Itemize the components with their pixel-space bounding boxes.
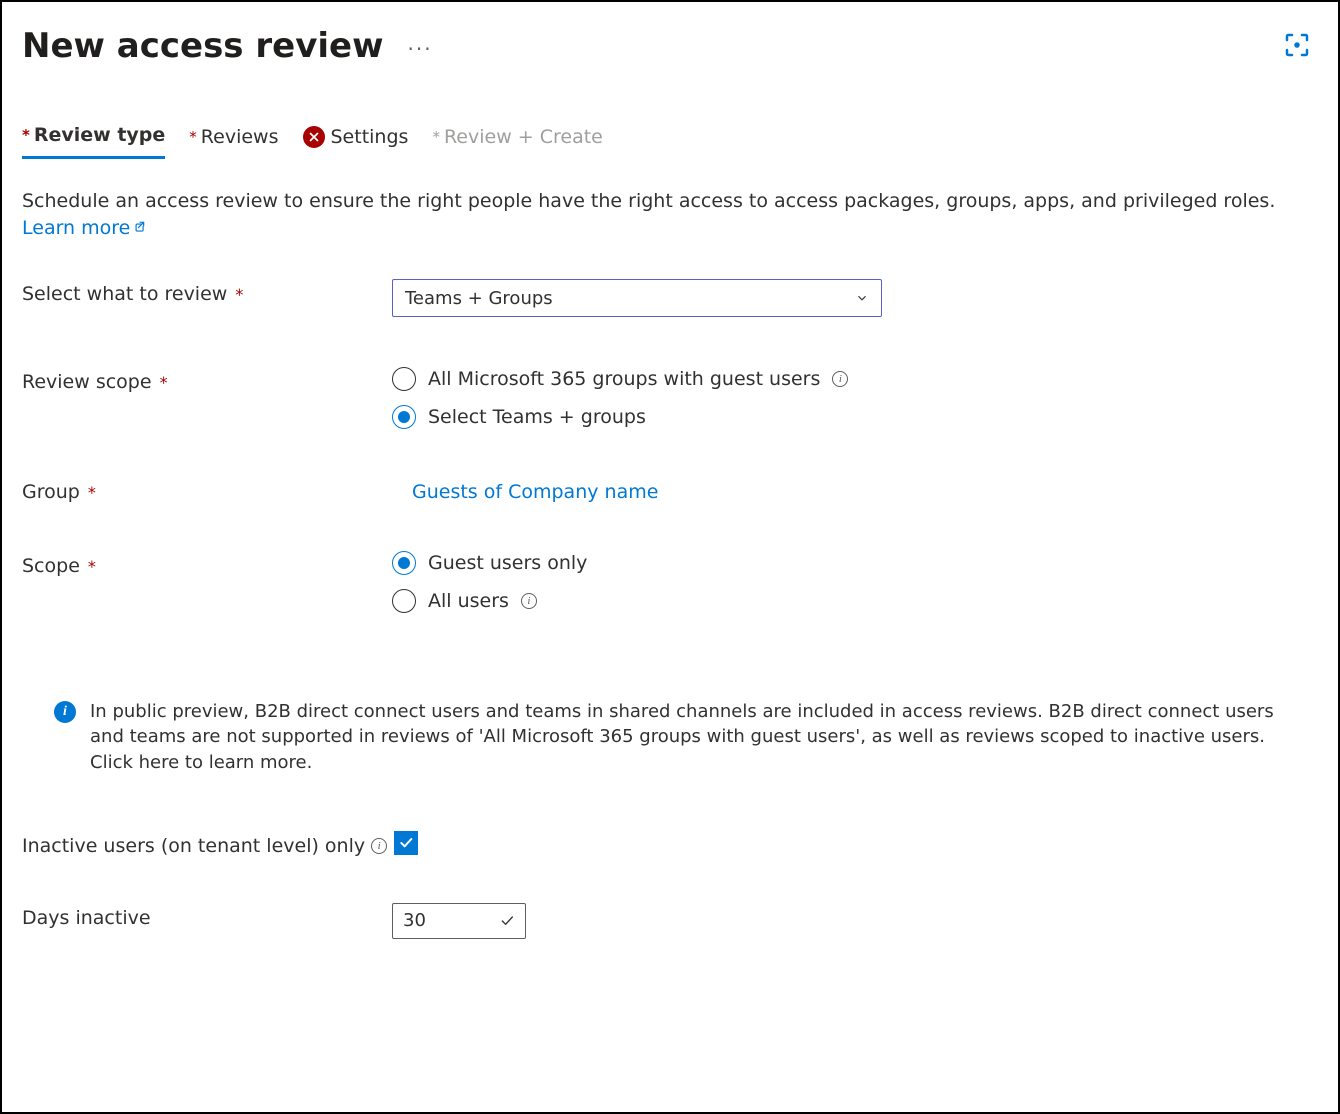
tab-reviews[interactable]: * Reviews: [189, 124, 278, 159]
tab-settings[interactable]: Settings: [303, 124, 409, 159]
label-text: Inactive users (on tenant level) only: [22, 835, 365, 857]
group-link[interactable]: Guests of Company name: [412, 477, 658, 503]
label-text: Days inactive: [22, 907, 151, 929]
page-title: New access review: [22, 26, 384, 66]
tab-review-type[interactable]: * Review type: [22, 124, 165, 159]
label-days-inactive: Days inactive: [22, 903, 392, 929]
external-link-icon: [132, 215, 146, 242]
info-banner: i In public preview, B2B direct connect …: [54, 699, 1318, 775]
required-asterisk: *: [432, 128, 440, 146]
field-scope: Guest users only All users i: [392, 551, 1318, 627]
tab-label: Reviews: [201, 126, 279, 148]
tab-label: Settings: [331, 126, 409, 148]
field-group: Guests of Company name: [392, 477, 1318, 503]
required-asterisk: *: [88, 557, 96, 576]
radio-select-teams-groups[interactable]: Select Teams + groups: [392, 405, 1318, 429]
info-icon[interactable]: i: [521, 593, 537, 609]
learn-more-link[interactable]: Learn more: [22, 217, 146, 239]
learn-more-label: Learn more: [22, 217, 130, 239]
focus-mode-icon[interactable]: [1282, 30, 1312, 64]
row-select-what: Select what to review * Teams + Groups: [22, 279, 1318, 317]
label-review-scope: Review scope *: [22, 367, 392, 393]
label-text: Group: [22, 481, 80, 503]
tab-label: Review type: [34, 124, 165, 146]
chevron-down-icon: [855, 291, 869, 305]
tab-review-create[interactable]: * Review + Create: [432, 124, 602, 159]
tab-label: Review + Create: [444, 126, 603, 148]
radio-icon: [392, 589, 416, 613]
info-banner-text: In public preview, B2B direct connect us…: [90, 699, 1278, 775]
info-icon: i: [54, 701, 76, 723]
inactive-users-checkbox[interactable]: [394, 831, 418, 855]
row-scope: Scope * Guest users only All users i: [22, 551, 1318, 627]
select-value: Teams + Groups: [405, 288, 553, 309]
field-days-inactive: 30: [392, 903, 1318, 939]
radio-label: All Microsoft 365 groups with guest user…: [428, 368, 820, 390]
row-days-inactive: Days inactive 30: [22, 903, 1318, 939]
radio-all-users[interactable]: All users i: [392, 589, 1318, 613]
radio-icon: [392, 405, 416, 429]
label-text: Select what to review: [22, 283, 227, 305]
field-select-what: Teams + Groups: [392, 279, 1318, 317]
radio-label: Guest users only: [428, 552, 587, 574]
radio-label: All users: [428, 590, 509, 612]
row-inactive-users: Inactive users (on tenant level) only i: [22, 831, 1318, 857]
field-inactive-users: [392, 831, 1318, 855]
required-asterisk: *: [189, 128, 197, 146]
error-icon: [303, 126, 325, 148]
select-what-dropdown[interactable]: Teams + Groups: [392, 279, 882, 317]
info-icon[interactable]: i: [371, 838, 387, 854]
title-wrap: New access review ···: [22, 22, 433, 66]
radio-label: Select Teams + groups: [428, 406, 646, 428]
radio-icon: [392, 551, 416, 575]
page-frame: New access review ··· * Review type * Re…: [0, 0, 1340, 1114]
check-icon: [499, 913, 515, 929]
required-asterisk: *: [235, 285, 243, 304]
radio-guest-users-only[interactable]: Guest users only: [392, 551, 1318, 575]
days-inactive-input[interactable]: 30: [392, 903, 526, 939]
label-scope: Scope *: [22, 551, 392, 577]
required-asterisk: *: [160, 373, 168, 392]
intro-text: Schedule an access review to ensure the …: [22, 188, 1318, 241]
tabs: * Review type * Reviews Settings * Revie…: [22, 124, 1318, 160]
radio-all-m365-groups[interactable]: All Microsoft 365 groups with guest user…: [392, 367, 1318, 391]
label-inactive-users: Inactive users (on tenant level) only i: [22, 831, 392, 857]
more-actions-button[interactable]: ···: [408, 27, 433, 61]
label-select-what: Select what to review *: [22, 279, 392, 305]
header-row: New access review ···: [22, 22, 1318, 66]
label-text: Scope: [22, 555, 80, 577]
field-review-scope: All Microsoft 365 groups with guest user…: [392, 367, 1318, 443]
label-text: Review scope: [22, 371, 152, 393]
required-asterisk: *: [88, 483, 96, 502]
row-review-scope: Review scope * All Microsoft 365 groups …: [22, 367, 1318, 443]
info-icon[interactable]: i: [832, 371, 848, 387]
label-group: Group *: [22, 477, 392, 503]
radio-icon: [392, 367, 416, 391]
intro-body: Schedule an access review to ensure the …: [22, 190, 1275, 212]
row-group: Group * Guests of Company name: [22, 477, 1318, 503]
required-asterisk: *: [22, 126, 30, 144]
days-value: 30: [403, 910, 426, 931]
